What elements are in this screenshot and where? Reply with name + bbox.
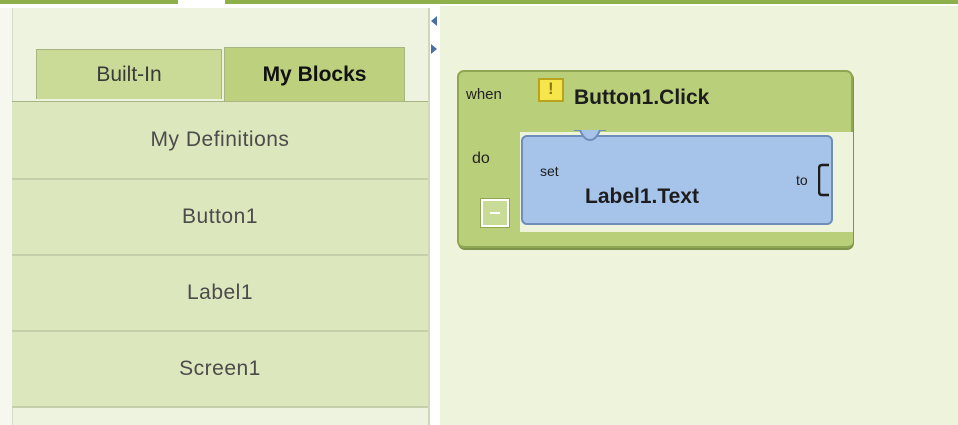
when-label: when xyxy=(466,86,502,103)
warning-icon[interactable] xyxy=(538,78,564,102)
tab-my-blocks[interactable]: My Blocks xyxy=(224,47,405,101)
palette-tabs: Built-In My Blocks xyxy=(36,47,408,101)
property-name: Label1.Text xyxy=(585,185,699,208)
drawer-list: My Definitions Button1 Label1 Screen1 xyxy=(12,102,428,408)
collapse-icon[interactable] xyxy=(480,198,510,228)
drawer-my-definitions[interactable]: My Definitions xyxy=(12,102,428,180)
drawer-button1[interactable]: Button1 xyxy=(12,180,428,256)
setter-block-label1-text[interactable] xyxy=(521,135,833,225)
collapse-palette-icon[interactable] xyxy=(429,14,439,56)
set-label: set xyxy=(540,163,559,179)
do-label: do xyxy=(472,150,490,167)
value-socket-icon[interactable] xyxy=(818,163,830,197)
drawer-screen1[interactable]: Screen1 xyxy=(12,332,428,408)
top-accent-bar-right xyxy=(225,0,958,4)
block-notch-icon xyxy=(574,130,606,142)
top-accent-bar xyxy=(0,0,178,4)
event-name: Button1.Click xyxy=(574,86,710,109)
event-block-footer xyxy=(459,232,853,248)
to-label: to xyxy=(796,172,808,188)
drawer-label1[interactable]: Label1 xyxy=(12,256,428,332)
tab-built-in[interactable]: Built-In xyxy=(36,49,222,99)
